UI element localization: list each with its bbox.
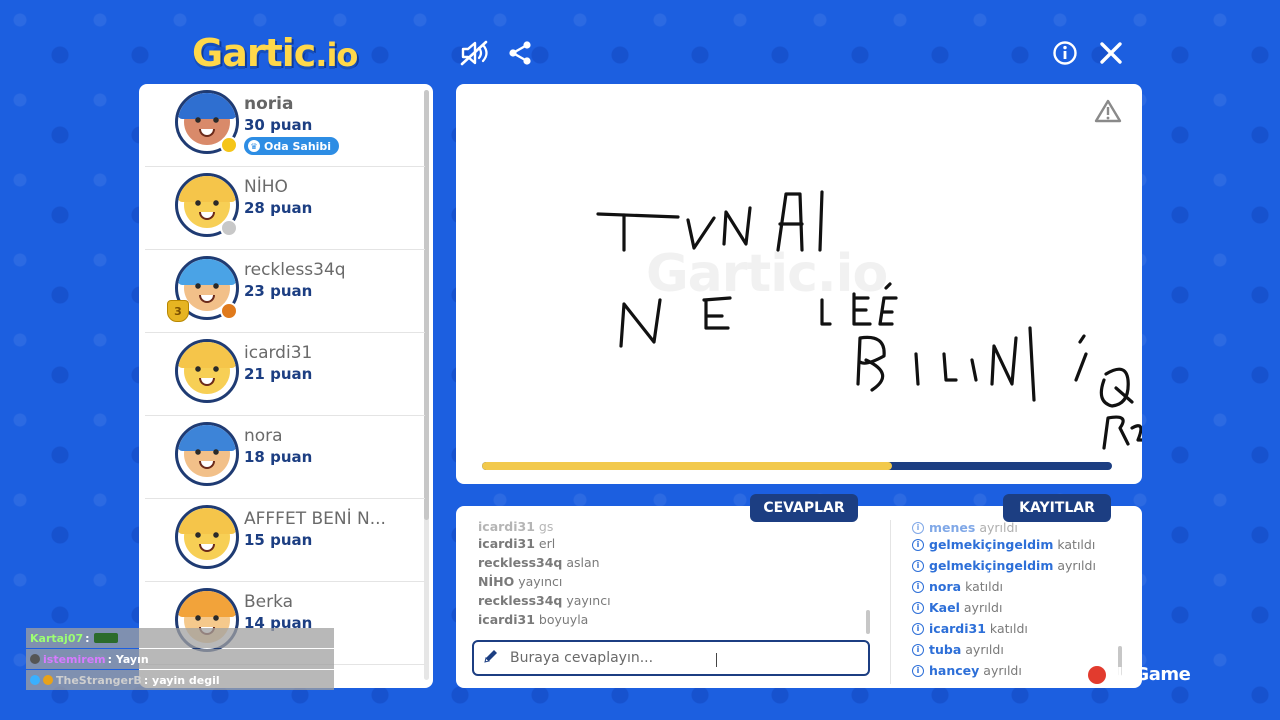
report-icon[interactable]: [1094, 98, 1122, 124]
list-item: reckless34q yayıncı: [478, 593, 611, 608]
trophy-icon: 3: [167, 300, 189, 322]
list-item: i gelmekiçingeldim katıldı: [912, 534, 1122, 555]
answers-logs-panel: icardi31 gs icardi31 erl reckless34q asl…: [456, 506, 1142, 688]
player-score: 21 puan: [244, 365, 313, 383]
status-dot: [220, 219, 238, 237]
player-card[interactable]: icardi31 21 puan: [145, 333, 425, 416]
status-dot: [220, 302, 238, 320]
player-score: 28 puan: [244, 199, 313, 217]
list-item: icardi31 gs: [478, 519, 554, 534]
timer-fill: [482, 462, 892, 470]
info-icon: i: [912, 522, 924, 534]
emote-icon: [93, 633, 118, 643]
info-icon[interactable]: [1048, 36, 1082, 70]
info-icon: i: [912, 559, 924, 572]
player-name: nora: [244, 426, 283, 446]
logo-text: Gartic.io: [192, 31, 358, 75]
list-item: icardi31 boyuyla: [478, 612, 589, 627]
answer-input[interactable]: [510, 650, 850, 666]
owner-badge: ♛ Oda Sahibi: [244, 137, 340, 155]
player-name: noria: [244, 94, 294, 114]
player-card[interactable]: nora 18 puan: [145, 416, 425, 499]
list-item: i gelmekiçingeldim ayrıldı: [912, 555, 1122, 576]
answer-input-box[interactable]: [472, 640, 870, 676]
list-item: i icardi31 katıldı: [912, 618, 1122, 639]
close-icon[interactable]: [1094, 36, 1128, 70]
info-icon: i: [912, 580, 924, 593]
nogame-watermark: NoGame: [1088, 664, 1191, 685]
list-item: i tuba ayrıldı: [912, 639, 1122, 660]
text-cursor: [716, 653, 717, 667]
avatar: [175, 422, 239, 486]
player-name: Berka: [244, 592, 294, 612]
player-name: reckless34q: [244, 260, 346, 280]
player-card[interactable]: AFFFET BENİ N... 15 puan: [145, 499, 425, 582]
answers-list: icardi31 gs icardi31 erl reckless34q asl…: [478, 519, 868, 631]
badge-icon: [30, 675, 40, 685]
info-icon: i: [912, 538, 924, 551]
drawing-canvas[interactable]: Gartic.io: [456, 84, 1142, 484]
player-card[interactable]: NİHO 28 puan: [145, 167, 425, 250]
list-item: NİHO yayıncı: [478, 574, 563, 589]
avatar: [175, 339, 239, 403]
player-card[interactable]: 3 reckless34q 23 puan: [145, 250, 425, 333]
chat-message: TheStrangerB: yayin degil: [26, 670, 334, 690]
player-score: 30 puan: [244, 116, 313, 134]
info-icon: i: [912, 643, 924, 656]
share-icon[interactable]: [503, 36, 537, 70]
player-score: 18 puan: [244, 448, 313, 466]
list-item: i menes ayrıldı: [912, 521, 1122, 534]
crown-icon: ♛: [248, 140, 260, 152]
status-dot: [220, 136, 238, 154]
badge-icon: [30, 654, 40, 664]
list-item: icardi31 erl: [478, 536, 556, 551]
mute-icon[interactable]: [458, 36, 492, 70]
divider: [890, 520, 891, 684]
players-panel: noria 30 puan ♛ Oda Sahibi NİHO 28 puan 3…: [139, 84, 433, 688]
chat-message: Kartaj07:: [26, 628, 334, 648]
player-score: 15 puan: [244, 531, 313, 549]
player-name: icardi31: [244, 343, 313, 363]
avatar: [175, 505, 239, 569]
info-icon: i: [912, 664, 924, 677]
gartic-logo: Gartic.io: [192, 28, 382, 78]
drawing-strokes: [596, 190, 1142, 450]
info-icon: i: [912, 601, 924, 614]
tab-answers[interactable]: CEVAPLAR: [750, 494, 858, 522]
list-item: i nora katıldı: [912, 576, 1122, 597]
pencil-icon: [482, 647, 500, 669]
player-name: AFFFET BENİ N...: [244, 509, 386, 529]
player-score: 23 puan: [244, 282, 313, 300]
stream-chat-overlay: Kartaj07: istemirem: Yayın TheStrangerB:…: [26, 628, 334, 691]
tab-logs[interactable]: KAYITLAR: [1003, 494, 1111, 522]
timer-bar: [482, 462, 1112, 470]
answers-scrollbar[interactable]: [866, 610, 870, 634]
list-item: reckless34q aslan: [478, 555, 600, 570]
chat-message: istemirem: Yayın: [26, 649, 334, 669]
nogame-logo-icon: [1088, 665, 1106, 684]
player-name: NİHO: [244, 177, 288, 197]
logs-list: i menes ayrıldı i gelmekiçingeldim katıldı i…: [912, 521, 1122, 681]
badge-icon: [43, 675, 53, 685]
player-card[interactable]: noria 30 puan ♛ Oda Sahibi: [145, 84, 425, 167]
list-item: i Kael ayrıldı: [912, 597, 1122, 618]
info-icon: i: [912, 622, 924, 635]
